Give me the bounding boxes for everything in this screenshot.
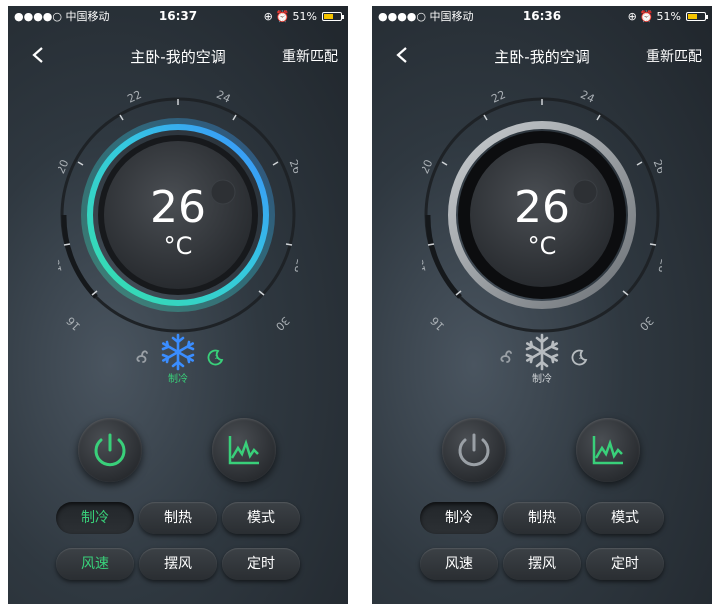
- status-time: 16:37: [158, 9, 198, 23]
- sleep-moon-icon[interactable]: z: [206, 348, 224, 366]
- svg-text:z: z: [215, 354, 218, 361]
- mode-indicator: z 制冷: [8, 328, 348, 388]
- cool-button[interactable]: 制冷: [420, 502, 498, 534]
- status-time: 16:36: [522, 9, 562, 23]
- temperature-unit: °C: [163, 232, 193, 260]
- timer-button[interactable]: 定时: [222, 548, 300, 580]
- heat-button[interactable]: 制热: [139, 502, 217, 534]
- status-bar: ●●●●○ 中国移动 16:37 ⊕ ⏰ 51%: [8, 6, 348, 26]
- tick-label: 22: [489, 90, 507, 106]
- tick-label: 26: [651, 158, 662, 176]
- mode-button[interactable]: 模式: [222, 502, 300, 534]
- power-icon: [458, 433, 490, 467]
- power-button[interactable]: [78, 418, 142, 482]
- stats-button[interactable]: [212, 418, 276, 482]
- swing-button[interactable]: 摆风: [139, 548, 217, 580]
- stats-chart-icon: [592, 436, 623, 465]
- fan-icon[interactable]: [134, 348, 150, 364]
- power-icon: [94, 433, 126, 467]
- status-bar: ●●●●○ 中国移动 16:36 ⊕ ⏰ 51%: [372, 6, 712, 26]
- phone-screen-active: ●●●●○ 中国移动 16:37 ⊕ ⏰ 51% 主卧-我的空调 重新匹配 16…: [8, 6, 348, 604]
- mode-label: 制冷: [168, 374, 188, 385]
- snowflake-icon[interactable]: [158, 332, 198, 372]
- sleep-moon-icon[interactable]: z: [570, 348, 588, 366]
- mode-indicator: z 制冷: [372, 328, 712, 388]
- tick-label: 24: [214, 90, 232, 106]
- swing-button[interactable]: 摆风: [503, 548, 581, 580]
- stats-chart-icon: [228, 436, 259, 465]
- stats-button[interactable]: [576, 418, 640, 482]
- tick-label: 26: [287, 158, 298, 176]
- mode-label: 制冷: [532, 374, 552, 385]
- temperature-unit: °C: [527, 232, 557, 260]
- phone-screen-off: ●●●●○ 中国移动 16:36 ⊕ ⏰ 51% 主卧-我的空调 重新匹配 16…: [372, 6, 712, 604]
- svg-text:z: z: [579, 354, 582, 361]
- battery-icon: [322, 11, 344, 21]
- fan-icon[interactable]: [498, 348, 514, 364]
- page: ●●●●○ 中国移动 16:37 ⊕ ⏰ 51% 主卧-我的空调 重新匹配 16…: [0, 0, 712, 611]
- temperature-value: 26: [150, 182, 206, 233]
- snowflake-icon[interactable]: [522, 332, 562, 372]
- nav-bar: 主卧-我的空调 重新匹配: [8, 40, 348, 70]
- cool-button[interactable]: 制冷: [56, 502, 134, 534]
- fan-speed-button[interactable]: 风速: [56, 548, 134, 580]
- temperature-value: 26: [514, 182, 570, 233]
- power-button[interactable]: [442, 418, 506, 482]
- mode-button[interactable]: 模式: [586, 502, 664, 534]
- nav-bar: 主卧-我的空调 重新匹配: [372, 40, 712, 70]
- battery-icon: [686, 11, 708, 21]
- tick-label: 22: [125, 90, 143, 106]
- rematch-button[interactable]: 重新匹配: [282, 46, 338, 66]
- timer-button[interactable]: 定时: [586, 548, 664, 580]
- tick-label: 24: [578, 90, 596, 106]
- rematch-button[interactable]: 重新匹配: [646, 46, 702, 66]
- fan-speed-button[interactable]: 风速: [420, 548, 498, 580]
- heat-button[interactable]: 制热: [503, 502, 581, 534]
